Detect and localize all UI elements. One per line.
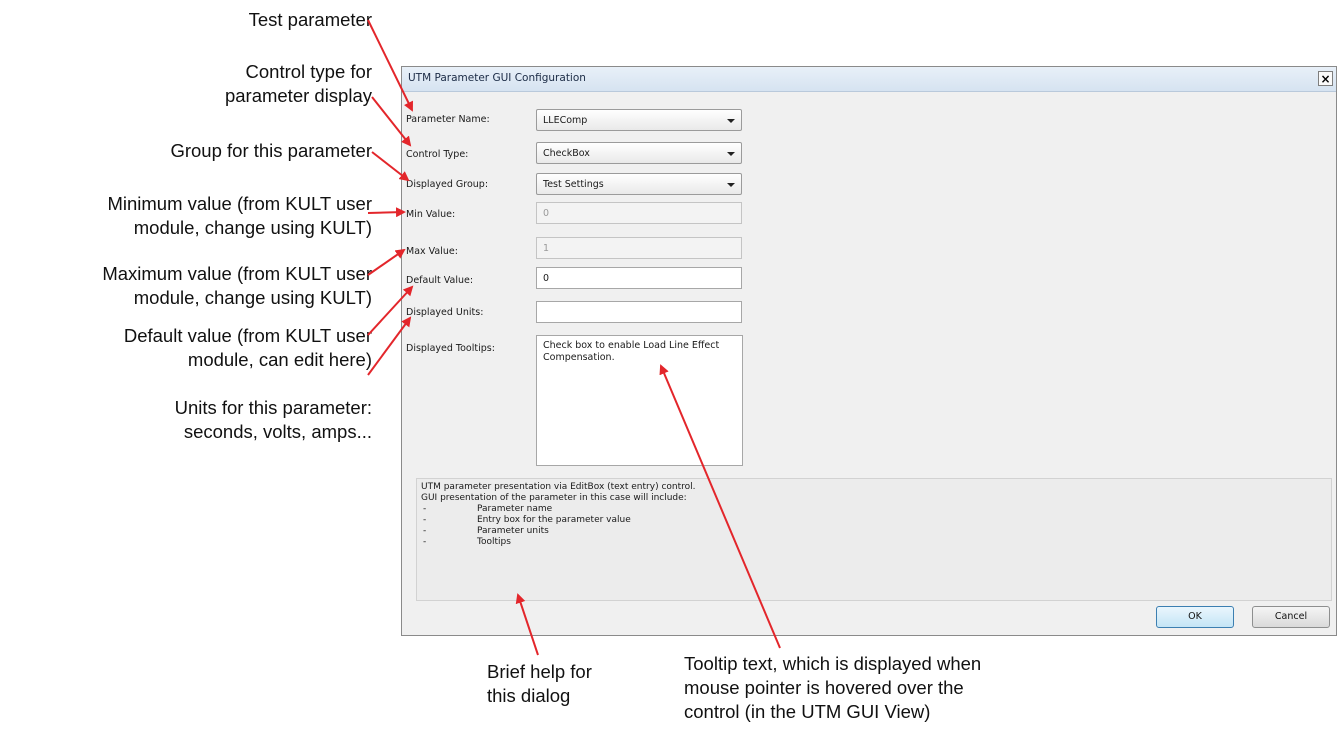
max-value-field: 1 [536, 237, 742, 259]
default-value-value: 0 [543, 273, 550, 284]
callout-default-value: Default value (from KULT user module, ca… [124, 324, 372, 372]
callout-test-parameter: Test parameter [249, 8, 372, 32]
displayed-group-dropdown[interactable]: Test Settings [536, 173, 742, 195]
displayed-tooltips-label: Displayed Tooltips: [406, 343, 495, 354]
help-item-text: Tooltips [477, 537, 511, 547]
arrow-max-value [367, 248, 406, 276]
callout-group: Group for this parameter [170, 139, 372, 163]
parameter-name-label: Parameter Name: [406, 114, 490, 125]
cancel-button[interactable]: Cancel [1252, 606, 1330, 628]
parameter-gui-config-dialog: UTM Parameter GUI Configuration × Parame… [401, 66, 1337, 636]
callout-line: module, change using KULT) [133, 217, 372, 238]
help-panel: UTM parameter presentation via EditBox (… [416, 478, 1332, 601]
chevron-down-icon [727, 152, 735, 156]
displayed-units-field[interactable] [536, 301, 742, 323]
callout-line: Tooltip text, which is displayed when [684, 653, 982, 674]
callout-min-value: Minimum value (from KULT user module, ch… [107, 192, 372, 240]
chevron-down-icon [727, 183, 735, 187]
help-list-item: - Parameter name [421, 504, 1327, 515]
callout-line: parameter display [224, 85, 372, 106]
callout-control-type: Control type for parameter display [225, 60, 372, 108]
callout-line: Brief help for [487, 661, 592, 682]
help-dash: - [423, 526, 427, 536]
callout-max-value: Maximum value (from KULT user module, ch… [102, 262, 372, 310]
control-type-value: CheckBox [543, 148, 590, 159]
displayed-group-value: Test Settings [543, 179, 604, 190]
callout-line: Group for this parameter [170, 140, 372, 161]
displayed-group-label: Displayed Group: [406, 179, 489, 190]
parameter-name-dropdown[interactable]: LLEComp [536, 109, 742, 131]
callout-line: seconds, volts, amps... [183, 421, 372, 442]
callout-line: Units for this parameter: [174, 397, 372, 418]
max-value-value: 1 [543, 243, 550, 254]
help-line: UTM parameter presentation via EditBox (… [421, 482, 696, 492]
ok-button[interactable]: OK [1156, 606, 1234, 628]
displayed-tooltips-value: Check box to enable Load Line Effect Com… [543, 340, 720, 363]
help-list-item: - Entry box for the parameter value [421, 515, 1327, 526]
displayed-tooltips-field[interactable]: Check box to enable Load Line Effect Com… [536, 335, 743, 466]
default-value-field[interactable]: 0 [536, 267, 742, 289]
callout-tooltip-text: Tooltip text, which is displayed when mo… [684, 652, 981, 724]
chevron-down-icon [727, 119, 735, 123]
close-icon: × [1320, 72, 1331, 86]
dialog-title: UTM Parameter GUI Configuration [408, 72, 586, 84]
control-type-dropdown[interactable]: CheckBox [536, 142, 742, 164]
default-value-label: Default Value: [406, 275, 474, 286]
control-type-label: Control Type: [406, 149, 469, 160]
min-value-field: 0 [536, 202, 742, 224]
callout-line: this dialog [487, 685, 571, 706]
help-item-text: Parameter name [477, 504, 553, 514]
callout-line: control (in the UTM GUI View) [684, 701, 931, 722]
min-value-value: 0 [543, 208, 550, 219]
callout-units: Units for this parameter: seconds, volts… [175, 396, 372, 444]
help-dash: - [423, 504, 427, 514]
callout-brief-help: Brief help for this dialog [487, 660, 592, 708]
callout-line: module, change using KULT) [133, 287, 372, 308]
help-dash: - [423, 537, 427, 547]
callout-line: Maximum value (from KULT user [102, 263, 372, 284]
callout-line: mouse pointer is hovered over the [684, 677, 964, 698]
help-list-item: - Tooltips [421, 537, 1327, 548]
help-list-item: - Parameter units [421, 526, 1327, 537]
min-value-label: Min Value: [406, 209, 456, 220]
callout-line: Control type for [245, 61, 372, 82]
help-item-text: Parameter units [477, 526, 549, 536]
callout-line: Minimum value (from KULT user [107, 193, 372, 214]
arrow-min-value [367, 207, 406, 218]
parameter-name-value: LLEComp [543, 115, 588, 126]
max-value-label: Max Value: [406, 246, 458, 257]
displayed-units-label: Displayed Units: [406, 307, 484, 318]
help-dash: - [423, 515, 427, 525]
callout-line: Test parameter [248, 9, 372, 30]
close-button[interactable]: × [1318, 71, 1333, 86]
help-line: GUI presentation of the parameter in thi… [421, 493, 687, 503]
callout-line: module, can edit here) [187, 349, 372, 370]
help-item-text: Entry box for the parameter value [477, 515, 631, 525]
callout-line: Default value (from KULT user [123, 325, 372, 346]
dialog-titlebar[interactable]: UTM Parameter GUI Configuration × [402, 67, 1336, 92]
